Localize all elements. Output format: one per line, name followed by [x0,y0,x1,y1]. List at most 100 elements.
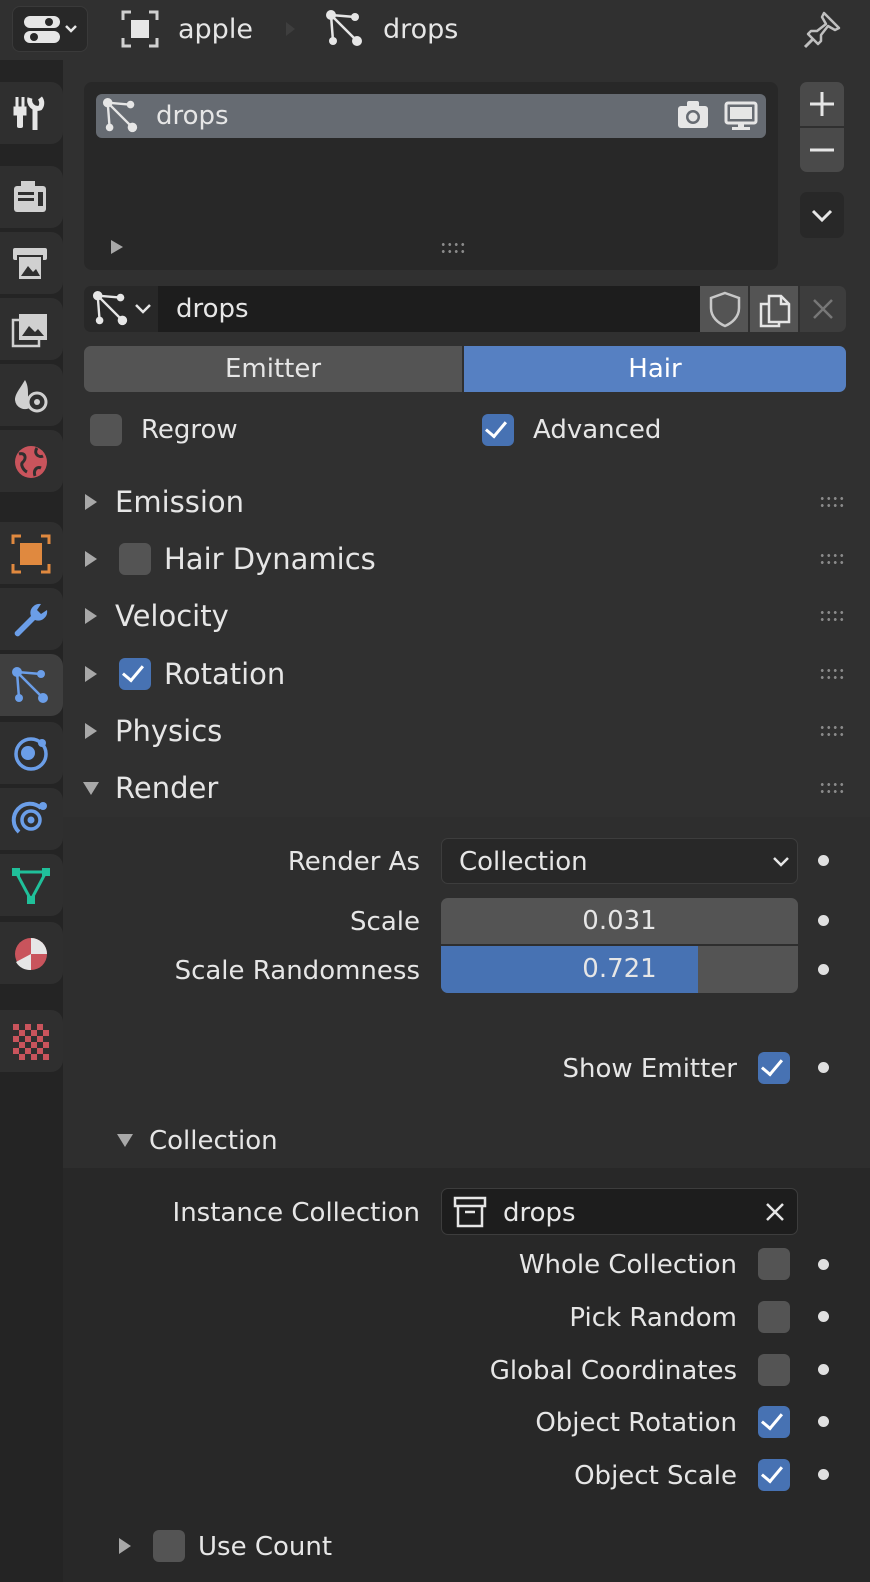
animate-property-icon[interactable] [818,1259,829,1270]
scale-label: Scale [350,907,420,937]
panel-rotation-header[interactable]: Rotation [63,646,870,702]
animate-property-icon[interactable] [818,915,829,926]
breadcrumb-object[interactable]: apple [178,16,253,43]
tab-particles[interactable] [0,654,63,716]
browse-settings-button[interactable] [84,286,158,332]
render-as-dropdown[interactable]: Collection [441,838,798,884]
breadcrumb-particles[interactable]: drops [383,16,458,43]
scale-field[interactable]: 0.031 [441,898,798,944]
subpanel-collection-header[interactable]: Collection [63,1116,870,1166]
animate-property-icon[interactable] [818,855,829,866]
tab-render[interactable] [0,166,63,228]
specials-menu-button[interactable] [800,192,844,238]
animate-property-icon[interactable] [818,1469,829,1480]
plus-icon [810,92,834,116]
material-icon [15,938,47,971]
settings-name-field[interactable]: drops [158,286,700,332]
tab-tool[interactable] [0,82,63,144]
subpanel-use-count-header[interactable]: Use Count [63,1516,870,1576]
render-as-label: Render As [287,847,420,877]
unlink-settings-button[interactable] [800,286,846,332]
animate-property-icon[interactable] [818,1062,829,1073]
tab-texture[interactable] [0,1010,63,1072]
drag-handle-icon[interactable] [819,552,845,566]
object-rotation-checkbox[interactable] [758,1406,790,1438]
type-hair-button[interactable]: Hair [464,346,846,392]
hair-dynamics-checkbox[interactable] [119,543,151,575]
panel-title: Hair Dynamics [164,542,376,576]
tab-object[interactable] [0,522,63,584]
animate-property-icon[interactable] [818,1311,829,1322]
tab-data[interactable] [0,854,63,916]
tab-modifiers[interactable] [0,588,63,650]
pick-random-checkbox[interactable] [758,1301,790,1333]
drag-handle-icon[interactable] [819,724,845,738]
panel-title: Velocity [115,599,229,633]
properties-tab-bar [0,60,63,1582]
tab-constraints[interactable] [0,788,63,850]
panel-emission-header[interactable]: Emission [63,474,870,530]
scene-icon [15,380,48,413]
tab-world[interactable] [0,430,63,492]
panel-title: Render [115,771,219,805]
camera-icon[interactable] [676,99,710,131]
editor-type-button[interactable] [12,6,88,52]
animate-property-icon[interactable] [818,964,829,975]
tool-icon [13,96,45,130]
list-item-label: drops [156,101,229,131]
animate-property-icon[interactable] [818,1364,829,1375]
tab-physics[interactable] [0,722,63,784]
show-emitter-checkbox[interactable] [758,1052,790,1084]
editor-type-icon [23,15,79,45]
chevron-down-icon [773,857,789,867]
object-icon [121,10,159,48]
drag-handle-icon[interactable] [819,609,845,623]
drag-handle-icon[interactable] [819,495,845,509]
remove-particle-system-button[interactable] [800,128,844,172]
scale-randomness-slider[interactable]: 0.721 [441,946,798,993]
expand-icon [85,723,97,739]
output-icon [13,248,47,281]
panel-velocity-header[interactable]: Velocity [63,588,870,644]
panel-hair-dynamics-header[interactable]: Hair Dynamics [63,531,870,587]
use-count-checkbox[interactable] [153,1530,185,1562]
whole-collection-checkbox[interactable] [758,1248,790,1280]
add-particle-system-button[interactable] [800,82,844,126]
duplicate-settings-button[interactable] [750,286,798,332]
object-rotation-label: Object Rotation [535,1408,737,1438]
object-scale-checkbox[interactable] [758,1459,790,1491]
settings-name: drops [176,294,249,324]
expand-filter-icon[interactable] [111,240,123,254]
panel-title: Physics [115,714,223,748]
drag-handle-icon[interactable] [819,781,845,795]
monitor-icon[interactable] [724,100,758,132]
animate-property-icon[interactable] [818,1416,829,1427]
properties-header: apple drops [0,0,870,60]
expand-icon [85,608,97,624]
collapse-icon [117,1134,133,1147]
regrow-checkbox[interactable] [90,414,122,446]
list-item[interactable]: drops [96,94,766,138]
close-icon[interactable] [764,1201,786,1223]
advanced-checkbox[interactable] [482,414,514,446]
tab-material[interactable] [0,922,63,984]
tab-output[interactable] [0,232,63,294]
fake-user-button[interactable] [700,286,748,332]
tab-scene[interactable] [0,364,63,426]
instance-collection-field[interactable]: drops [441,1188,798,1235]
tab-view-layer[interactable] [0,298,63,360]
list-resize-handle[interactable] [440,241,466,255]
view-layer-icon [11,314,47,348]
breadcrumb-separator-icon [286,22,295,36]
type-emitter-button[interactable]: Emitter [84,346,462,392]
drag-handle-icon[interactable] [819,667,845,681]
regrow-label: Regrow [141,415,238,445]
panel-title: Rotation [164,657,286,691]
global-coordinates-checkbox[interactable] [758,1354,790,1386]
panel-physics-header[interactable]: Physics [63,703,870,759]
rotation-checkbox[interactable] [119,658,151,690]
global-coordinates-label: Global Coordinates [489,1356,737,1386]
pin-icon[interactable] [802,10,842,50]
object-properties-icon [11,534,51,574]
panel-render-header[interactable]: Render [63,760,870,816]
